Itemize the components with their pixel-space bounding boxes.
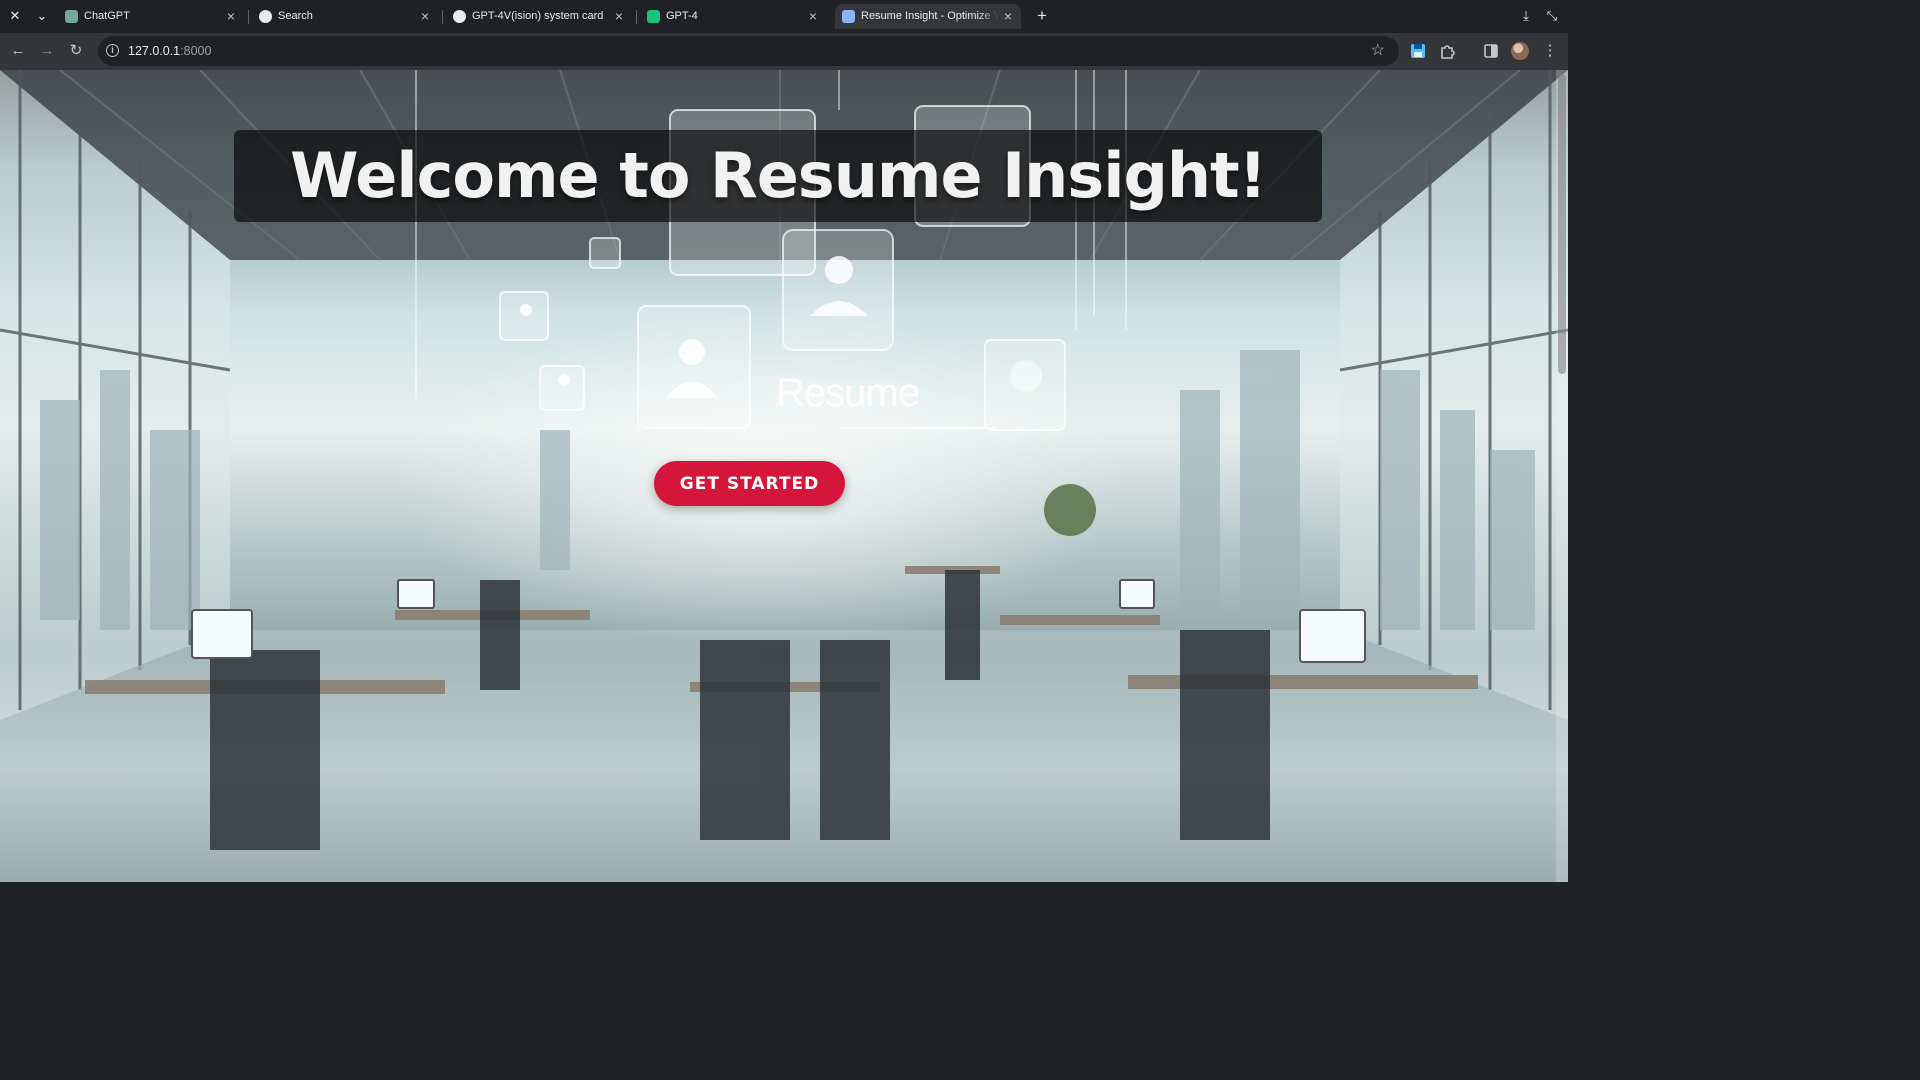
new-tab-icon[interactable]: + bbox=[1033, 7, 1051, 25]
bookmark-star-icon[interactable]: ☆ bbox=[1371, 41, 1385, 61]
tab-gpt4v-system-card[interactable]: GPT-4V(ision) system card × bbox=[446, 4, 632, 29]
tab-title: GPT-4 bbox=[666, 10, 698, 22]
openai-icon bbox=[259, 10, 272, 23]
tab-divider bbox=[636, 10, 637, 24]
get-started-button[interactable]: GET STARTED bbox=[654, 461, 845, 506]
tab-search-chevron-icon[interactable]: ⌄ bbox=[33, 7, 51, 25]
close-tab-icon[interactable]: × bbox=[1000, 8, 1016, 24]
tab-gpt4[interactable]: GPT-4 × bbox=[640, 4, 826, 29]
site-info-icon[interactable]: i bbox=[106, 44, 119, 57]
forward-arrow-icon[interactable]: → bbox=[37, 41, 57, 61]
tab-divider bbox=[248, 10, 249, 24]
browser-toolbar: ← → ↻ i 127.0.0.1:8000 ☆ ⋮ bbox=[0, 33, 1568, 70]
download-icon[interactable]: ⤓ bbox=[1517, 7, 1535, 25]
chatgpt-icon bbox=[647, 10, 660, 23]
tab-divider bbox=[442, 10, 443, 24]
more-menu-icon[interactable]: ⋮ bbox=[1540, 41, 1560, 61]
tab-title: Resume Insight - Optimize Your Resume bbox=[861, 10, 999, 22]
hero-image-resume-text: Resume bbox=[776, 371, 920, 415]
save-extension-icon[interactable] bbox=[1409, 42, 1427, 60]
close-tab-icon[interactable]: × bbox=[223, 8, 239, 24]
reload-icon[interactable]: ↻ bbox=[66, 41, 86, 61]
page-title: Welcome to Resume Insight! bbox=[290, 139, 1267, 212]
address-bar[interactable]: i 127.0.0.1:8000 ☆ bbox=[98, 36, 1399, 66]
url-port: :8000 bbox=[180, 44, 212, 58]
tab-title: ChatGPT bbox=[84, 10, 130, 22]
back-arrow-icon[interactable]: ← bbox=[8, 41, 28, 61]
minimize-window-icon[interactable]: ⤡ bbox=[1543, 7, 1561, 25]
tab-resume-insight[interactable]: Resume Insight - Optimize Your Resume × bbox=[835, 4, 1021, 29]
tab-title: GPT-4V(ision) system card bbox=[472, 10, 604, 22]
scrollbar-thumb[interactable] bbox=[1558, 74, 1566, 374]
tab-search[interactable]: Search × bbox=[252, 4, 438, 29]
tab-strip: ✕ ⌄ ChatGPT × Search × GPT-4V(ision) sys… bbox=[0, 0, 1568, 33]
close-tab-icon[interactable]: × bbox=[611, 8, 627, 24]
profile-avatar[interactable] bbox=[1511, 42, 1529, 60]
chatgpt-icon bbox=[65, 10, 78, 23]
tab-title: Search bbox=[278, 10, 313, 22]
side-panel-icon[interactable] bbox=[1482, 42, 1500, 60]
extensions-puzzle-icon[interactable] bbox=[1439, 42, 1457, 60]
page-scrollbar[interactable] bbox=[1556, 70, 1568, 882]
close-window-icon[interactable]: ✕ bbox=[6, 7, 24, 25]
close-tab-icon[interactable]: × bbox=[805, 8, 821, 24]
url-text[interactable]: 127.0.0.1:8000 bbox=[128, 44, 211, 58]
tab-chatgpt[interactable]: ChatGPT × bbox=[58, 4, 244, 29]
page-icon bbox=[842, 10, 855, 23]
openai-icon bbox=[453, 10, 466, 23]
close-tab-icon[interactable]: × bbox=[417, 8, 433, 24]
url-host: 127.0.0.1 bbox=[128, 44, 181, 58]
page-viewport: Welcome to Resume Insight! Resume GET ST… bbox=[0, 70, 1568, 882]
hero-section: Welcome to Resume Insight! Resume GET ST… bbox=[0, 70, 1568, 882]
